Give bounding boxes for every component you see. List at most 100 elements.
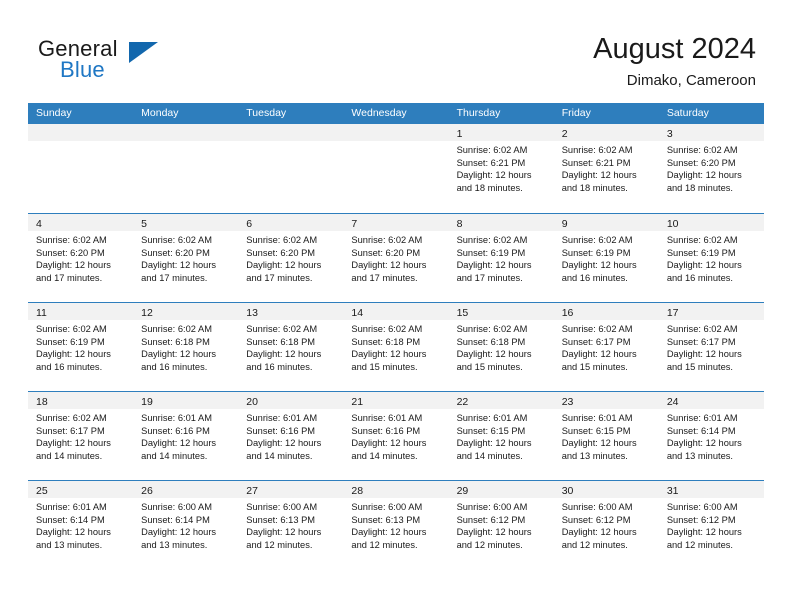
- day-number-band: 11: [28, 303, 134, 320]
- day-number: 26: [141, 485, 153, 497]
- sunset-text: Sunset: 6:14 PM: [666, 425, 736, 436]
- calendar-day-cell[interactable]: 27 Sunrise: 6:00 AM Sunset: 6:13 PM Dayligh…: [238, 481, 344, 569]
- calendar-day-cell[interactable]: 2 Sunrise: 6:02 AM Sunset: 6:21 PM Daylight…: [553, 124, 659, 213]
- day-number-band: 9: [553, 214, 659, 231]
- sunrise-text: Sunrise: 6:02 AM: [36, 235, 107, 245]
- calendar-day-cell[interactable]: 24 Sunrise: 6:01 AM Sunset: 6:14 PM Dayligh…: [658, 392, 764, 480]
- day-number-band: 12: [133, 303, 239, 320]
- calendar-day-cell[interactable]: 8 Sunrise: 6:02 AM Sunset: 6:19 PM Daylight…: [448, 214, 554, 302]
- day-number-band: 21: [343, 392, 449, 409]
- calendar-day-cell[interactable]: 5 Sunrise: 6:02 AM Sunset: 6:20 PM Daylight…: [133, 214, 239, 302]
- day-number: 11: [36, 307, 47, 319]
- day-number: 21: [351, 396, 364, 408]
- sunrise-text: Sunrise: 6:02 AM: [561, 324, 633, 334]
- calendar-day-cell[interactable]: 21 Sunrise: 6:01 AM Sunset: 6:16 PM Dayligh…: [343, 392, 449, 480]
- day-number-band: 22: [448, 392, 554, 409]
- day-number-band: 4: [28, 214, 134, 231]
- day-number-band: 17: [658, 303, 764, 320]
- day-sun-info: Sunrise: 6:02 AM Sunset: 6:17 PM Daylight:…: [28, 409, 133, 462]
- day-number-band: 6: [238, 214, 344, 231]
- calendar-day-cell[interactable]: 7 Sunrise: 6:02 AM Sunset: 6:20 PM Daylight…: [343, 214, 449, 302]
- calendar-day-cell[interactable]: 11 Sunrise: 6:02 AM Sunset: 6:19 PM Dayligh…: [28, 303, 134, 391]
- daylight-text-line2: and 16 minutes.: [561, 272, 628, 283]
- daylight-text-line1: Daylight: 12 hours: [666, 260, 742, 271]
- calendar-day-cell[interactable]: 17 Sunrise: 6:02 AM Sunset: 6:17 PM Dayligh…: [658, 303, 764, 391]
- sunrise-text: Sunrise: 6:01 AM: [141, 413, 212, 423]
- sunset-text: Sunset: 6:19 PM: [456, 247, 526, 258]
- calendar-week-row: 25 Sunrise: 6:01 AM Sunset: 6:14 PM Dayligh…: [28, 480, 764, 569]
- sunrise-text: Sunrise: 6:02 AM: [561, 235, 633, 245]
- calendar-day-cell[interactable]: 28 Sunrise: 6:00 AM Sunset: 6:13 PM Dayligh…: [343, 481, 449, 569]
- day-number-band: 20: [238, 392, 344, 409]
- sunset-text: Sunset: 6:18 PM: [351, 336, 421, 347]
- sunrise-text: Sunrise: 6:02 AM: [456, 324, 528, 334]
- day-number-band: 30: [553, 481, 659, 498]
- calendar-day-cell[interactable]: 29 Sunrise: 6:00 AM Sunset: 6:12 PM Dayligh…: [448, 481, 554, 569]
- brand-logo[interactable]: General Blue: [38, 38, 258, 88]
- daylight-text-line2: and 17 minutes.: [351, 272, 418, 283]
- calendar-day-cell[interactable]: 22 Sunrise: 6:01 AM Sunset: 6:15 PM Dayligh…: [448, 392, 554, 480]
- sunrise-text: Sunrise: 6:01 AM: [351, 413, 423, 423]
- daylight-text-line1: Daylight: 12 hours: [351, 349, 427, 360]
- day-sun-info: Sunrise: 6:00 AM Sunset: 6:12 PM Daylight:…: [449, 498, 554, 551]
- daylight-text-line1: Daylight: 12 hours: [246, 527, 322, 538]
- day-number-band: 31: [658, 481, 764, 498]
- sunset-text: Sunset: 6:16 PM: [246, 425, 316, 436]
- sunrise-text: Sunrise: 6:02 AM: [351, 235, 423, 245]
- page-header: General Blue August 2024 Dimako, Cameroo…: [0, 0, 792, 103]
- day-sun-info: Sunrise: 6:02 AM Sunset: 6:20 PM Daylight:…: [133, 231, 238, 284]
- daylight-text-line1: Daylight: 12 hours: [456, 349, 532, 360]
- day-number: 18: [36, 396, 48, 408]
- day-sun-info: Sunrise: 6:02 AM Sunset: 6:20 PM Daylight:…: [343, 231, 448, 284]
- daylight-text-line1: Daylight: 12 hours: [141, 438, 217, 449]
- daylight-text-line2: and 17 minutes.: [246, 272, 313, 283]
- day-sun-info: Sunrise: 6:02 AM Sunset: 6:18 PM Daylight:…: [133, 320, 238, 373]
- daylight-text-line2: and 14 minutes.: [246, 450, 313, 461]
- day-sun-info: Sunrise: 6:01 AM Sunset: 6:16 PM Daylight:…: [238, 409, 343, 462]
- calendar-day-cell[interactable]: 10 Sunrise: 6:02 AM Sunset: 6:19 PM Dayligh…: [658, 214, 764, 302]
- day-number: 19: [141, 396, 153, 408]
- daylight-text-line1: Daylight: 12 hours: [456, 527, 532, 538]
- daylight-text-line1: Daylight: 12 hours: [246, 438, 322, 449]
- calendar-day-cell[interactable]: 9 Sunrise: 6:02 AM Sunset: 6:19 PM Daylight…: [553, 214, 659, 302]
- daylight-text-line1: Daylight: 12 hours: [141, 527, 217, 538]
- daylight-text-line2: and 12 minutes.: [666, 539, 733, 550]
- calendar-day-cell[interactable]: 30 Sunrise: 6:00 AM Sunset: 6:12 PM Dayligh…: [553, 481, 659, 569]
- calendar-day-cell[interactable]: 13 Sunrise: 6:02 AM Sunset: 6:18 PM Dayligh…: [238, 303, 344, 391]
- calendar-day-cell[interactable]: 18 Sunrise: 6:02 AM Sunset: 6:17 PM Dayligh…: [28, 392, 134, 480]
- day-number-band: 5: [133, 214, 239, 231]
- daylight-text-line2: and 13 minutes.: [36, 539, 103, 550]
- daylight-text-line2: and 14 minutes.: [141, 450, 208, 461]
- calendar-day-cell[interactable]: 4 Sunrise: 6:02 AM Sunset: 6:20 PM Daylight…: [28, 214, 134, 302]
- calendar-day-cell[interactable]: 14 Sunrise: 6:02 AM Sunset: 6:18 PM Dayligh…: [343, 303, 449, 391]
- sunset-text: Sunset: 6:17 PM: [561, 336, 631, 347]
- calendar-day-cell[interactable]: 31 Sunrise: 6:00 AM Sunset: 6:12 PM Dayligh…: [658, 481, 764, 569]
- calendar-grid: Sunday Monday Tuesday Wednesday Thursday Frid…: [28, 103, 764, 569]
- calendar-day-cell[interactable]: 1 Sunrise: 6:02 AM Sunset: 6:21 PM Daylight…: [448, 124, 554, 213]
- daylight-text-line2: and 16 minutes.: [141, 361, 208, 372]
- daylight-text-line1: Daylight: 12 hours: [141, 260, 217, 271]
- weekday-header-monday: Monday: [141, 107, 179, 119]
- calendar-week-row: 1 Sunrise: 6:02 AM Sunset: 6:21 PM Daylight…: [28, 124, 764, 213]
- day-sun-info: Sunrise: 6:02 AM Sunset: 6:17 PM Daylight:…: [659, 320, 764, 373]
- daylight-text-line1: Daylight: 12 hours: [36, 527, 111, 538]
- daylight-text-line1: Daylight: 12 hours: [36, 349, 111, 360]
- calendar-day-cell[interactable]: 23 Sunrise: 6:01 AM Sunset: 6:15 PM Dayligh…: [553, 392, 659, 480]
- sunrise-text: Sunrise: 6:02 AM: [36, 324, 107, 334]
- calendar-day-cell[interactable]: 26 Sunrise: 6:00 AM Sunset: 6:14 PM Dayligh…: [133, 481, 239, 569]
- calendar-day-cell[interactable]: 15 Sunrise: 6:02 AM Sunset: 6:18 PM Dayligh…: [448, 303, 554, 391]
- sunrise-text: Sunrise: 6:01 AM: [666, 413, 738, 423]
- sunrise-text: Sunrise: 6:02 AM: [246, 324, 318, 334]
- calendar-day-cell[interactable]: 25 Sunrise: 6:01 AM Sunset: 6:14 PM Dayligh…: [28, 481, 134, 569]
- day-sun-info: Sunrise: 6:02 AM Sunset: 6:20 PM Daylight:…: [238, 231, 343, 284]
- calendar-day-cell[interactable]: 3 Sunrise: 6:02 AM Sunset: 6:20 PM Daylight…: [658, 124, 764, 213]
- calendar-day-cell[interactable]: 16 Sunrise: 6:02 AM Sunset: 6:17 PM Dayligh…: [553, 303, 659, 391]
- sunset-text: Sunset: 6:21 PM: [456, 157, 526, 168]
- day-number: 8: [456, 218, 463, 230]
- calendar-day-cell[interactable]: 19 Sunrise: 6:01 AM Sunset: 6:16 PM Dayligh…: [133, 392, 239, 480]
- day-number: 20: [246, 396, 258, 408]
- day-sun-info: Sunrise: 6:02 AM Sunset: 6:19 PM Daylight:…: [449, 231, 554, 284]
- calendar-day-cell[interactable]: 12 Sunrise: 6:02 AM Sunset: 6:18 PM Dayligh…: [133, 303, 239, 391]
- calendar-day-cell[interactable]: 20 Sunrise: 6:01 AM Sunset: 6:16 PM Dayligh…: [238, 392, 344, 480]
- calendar-day-cell[interactable]: 6 Sunrise: 6:02 AM Sunset: 6:20 PM Daylight…: [238, 214, 344, 302]
